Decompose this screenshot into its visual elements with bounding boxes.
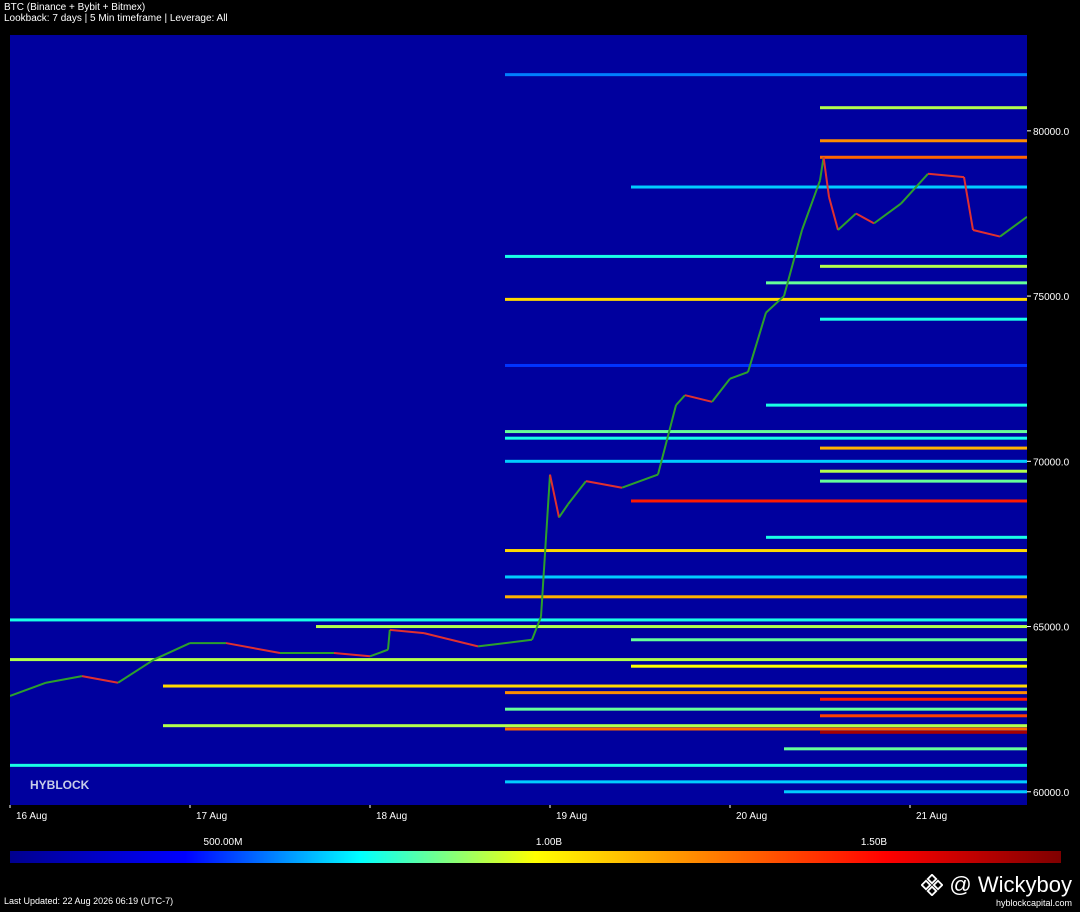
x-tick-label: 21 Aug bbox=[916, 811, 947, 822]
liquidity-band bbox=[766, 281, 1027, 285]
liquidity-band bbox=[10, 658, 1027, 662]
y-tick-label: 65000.0 bbox=[1033, 623, 1070, 634]
liquidity-band bbox=[505, 595, 1027, 599]
liquidity-band bbox=[820, 697, 1027, 701]
x-tick-label: 17 Aug bbox=[196, 811, 227, 822]
liquidity-band bbox=[820, 264, 1027, 268]
liquidity-band bbox=[505, 549, 1027, 553]
y-tick-label: 80000.0 bbox=[1033, 127, 1070, 138]
y-tick-label: 60000.0 bbox=[1033, 788, 1070, 799]
y-tick-label: 75000.0 bbox=[1033, 292, 1070, 303]
liquidity-band bbox=[316, 625, 1027, 629]
liquidity-band bbox=[163, 724, 1027, 728]
liquidity-band bbox=[505, 363, 1027, 367]
liquidity-band bbox=[820, 317, 1027, 321]
liquidity-band bbox=[820, 139, 1027, 143]
liquidity-band bbox=[505, 430, 1027, 434]
x-axis: 16 Aug 17 Aug 18 Aug 19 Aug 20 Aug 21 Aug bbox=[9, 805, 947, 822]
liquidity-band bbox=[631, 664, 1027, 668]
liquidity-band bbox=[505, 73, 1027, 77]
liquidity-band bbox=[10, 618, 1027, 622]
colorbar-label: 1.50B bbox=[861, 837, 887, 848]
liquidity-band bbox=[820, 714, 1027, 718]
colorbar-labels: 500.00M 1.00B 1.50B bbox=[204, 837, 888, 848]
colorbar bbox=[10, 851, 1061, 863]
liquidity-band bbox=[784, 747, 1027, 751]
liquidity-band bbox=[505, 727, 1027, 731]
liquidity-band bbox=[631, 185, 1027, 189]
liquidity-band bbox=[766, 403, 1027, 407]
watermark: HYBLOCK bbox=[30, 778, 90, 792]
liquidity-band bbox=[766, 535, 1027, 539]
credit-handle: @ Wickyboy bbox=[949, 872, 1072, 897]
plot-background bbox=[10, 35, 1027, 805]
liquidity-band bbox=[820, 446, 1027, 450]
x-tick-label: 19 Aug bbox=[556, 811, 587, 822]
liquidity-band bbox=[820, 469, 1027, 473]
x-tick-label: 18 Aug bbox=[376, 811, 407, 822]
liquidity-band bbox=[505, 459, 1027, 463]
liquidity-band bbox=[631, 638, 1027, 642]
y-tick-label: 70000.0 bbox=[1033, 457, 1070, 468]
liquidity-band bbox=[820, 155, 1027, 159]
liquidity-band bbox=[820, 106, 1027, 110]
liquidity-band bbox=[784, 790, 1027, 794]
liquidity-band bbox=[505, 297, 1027, 301]
liquidity-band bbox=[820, 479, 1027, 483]
liquidity-band bbox=[505, 707, 1027, 711]
colorbar-label: 1.00B bbox=[536, 837, 562, 848]
liquidity-band bbox=[820, 730, 1027, 734]
liquidity-band bbox=[163, 684, 1027, 688]
liquidity-band bbox=[505, 575, 1027, 579]
credit-site: hyblockcapital.com bbox=[995, 898, 1072, 908]
liquidity-band bbox=[505, 436, 1027, 440]
y-axis: 60000.0 65000.0 70000.0 75000.0 80000.0 bbox=[1027, 127, 1070, 799]
x-tick-label: 20 Aug bbox=[736, 811, 767, 822]
liquidity-band bbox=[505, 691, 1027, 695]
liquidity-band bbox=[505, 254, 1027, 258]
liquidity-band bbox=[505, 780, 1027, 784]
credit: @ Wickyboy hyblockcapital.com bbox=[921, 872, 1072, 908]
liquidity-band bbox=[631, 499, 1027, 503]
heatmap-chart: HYBLOCK 60000.0 65000.0 70000.0 75000.0 8000… bbox=[9, 35, 1070, 863]
x-tick-label: 16 Aug bbox=[16, 811, 47, 822]
last-updated: Last Updated: 22 Aug 2026 06:19 (UTC-7) bbox=[4, 896, 174, 906]
liquidity-band bbox=[10, 763, 1027, 767]
binance-diamond-icon bbox=[921, 874, 944, 896]
colorbar-label: 500.00M bbox=[204, 837, 243, 848]
